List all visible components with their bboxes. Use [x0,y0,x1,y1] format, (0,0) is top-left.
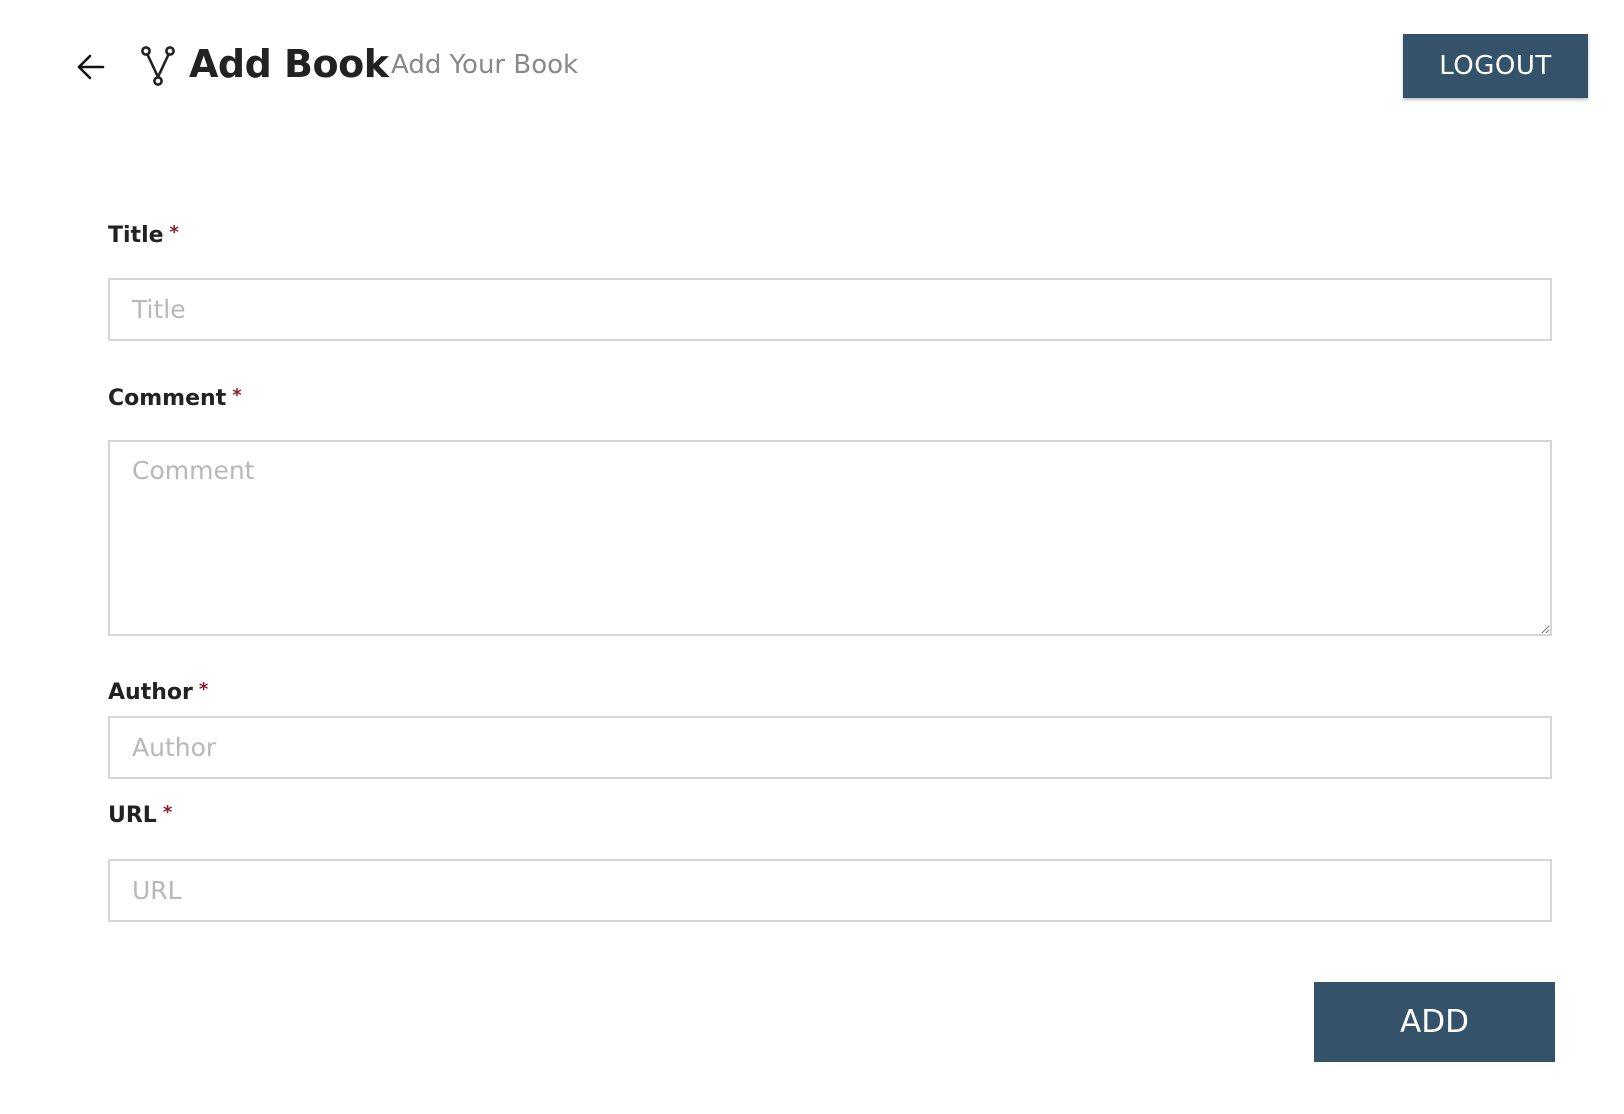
title-input[interactable] [108,278,1552,341]
url-input[interactable] [108,859,1552,922]
add-book-page: Add Book Add Your Book LOGOUT Title* Com… [0,0,1624,1114]
logout-button[interactable]: LOGOUT [1403,34,1588,98]
page-title: Add Book [189,42,389,86]
url-label-text: URL [108,803,157,828]
back-button[interactable] [72,48,110,86]
comment-label: Comment * [108,385,242,411]
comment-textarea[interactable] [108,440,1552,636]
url-label: URL * [108,802,172,828]
author-input[interactable] [108,716,1552,779]
required-mark: * [169,222,179,243]
author-label-text: Author [108,680,193,705]
add-button[interactable]: ADD [1314,982,1555,1062]
required-mark: * [162,802,173,823]
arrow-left-icon [77,54,105,80]
page-subtitle: Add Your Book [391,50,579,80]
author-label: Author * [108,679,208,705]
title-label: Title * [108,222,179,248]
required-mark: * [232,385,242,406]
title-label-text: Title [108,223,164,248]
required-mark: * [198,679,209,700]
comment-label-text: Comment [108,386,227,411]
fork-logo-icon [141,46,175,86]
